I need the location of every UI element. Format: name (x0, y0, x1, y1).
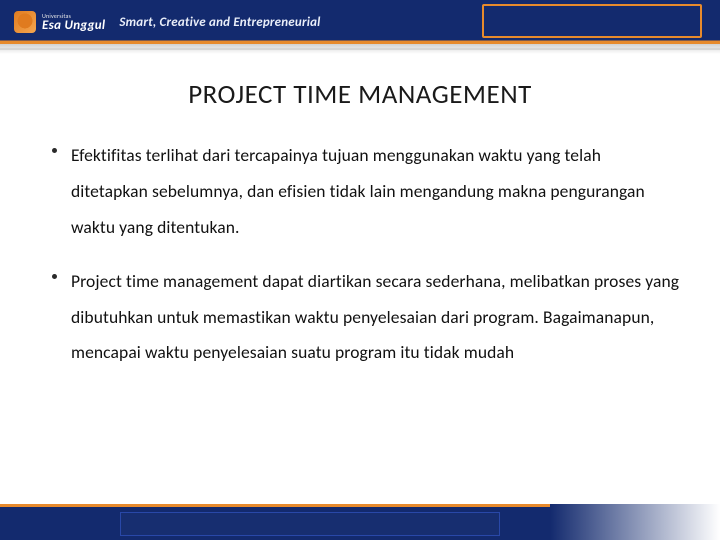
bullet-icon (52, 148, 57, 153)
bullet-text: Efektifitas terlihat dari tercapainya tu… (71, 138, 680, 246)
logo-main-text: Esa Unggul (42, 19, 105, 32)
bullet-text: Project time management dapat diartikan … (71, 264, 680, 372)
list-item: Project time management dapat diartikan … (52, 264, 680, 372)
footer-fade (550, 504, 720, 540)
footer-band (0, 504, 720, 540)
bullet-icon (52, 274, 57, 279)
content-area: Efektifitas terlihat dari tercapainya tu… (52, 138, 680, 389)
list-item: Efektifitas terlihat dari tercapainya tu… (52, 138, 680, 246)
footer-accent-box (120, 512, 500, 536)
logo-mark-icon (14, 11, 36, 33)
tagline: Smart, Creative and Entrepreneurial (119, 15, 320, 30)
logo-text: Universitas Esa Unggul (42, 13, 105, 32)
header-band: Universitas Esa Unggul Smart, Creative a… (0, 0, 720, 44)
logo: Universitas Esa Unggul (14, 11, 105, 33)
header-accent-box (482, 4, 702, 38)
slide-title: PROJECT TIME MANAGEMENT (0, 78, 720, 111)
divider (0, 48, 720, 50)
